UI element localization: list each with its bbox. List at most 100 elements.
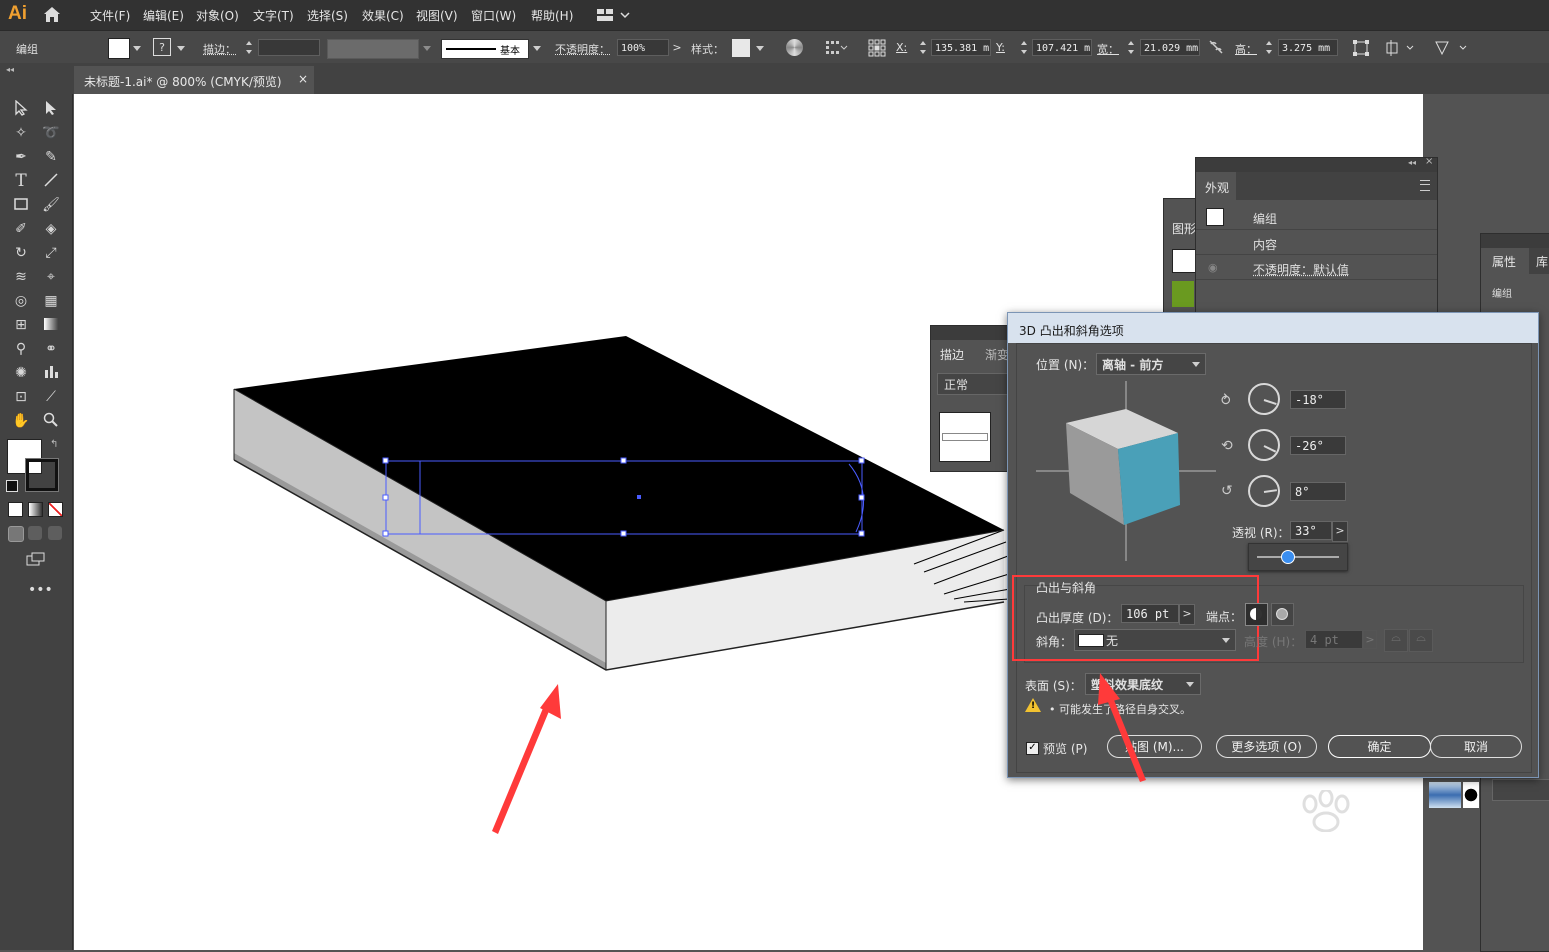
draw-inside-icon[interactable]: [48, 526, 62, 540]
artboard-tool-icon[interactable]: ⊡: [11, 388, 31, 406]
column-graph-tool-icon[interactable]: [41, 364, 61, 382]
menu-edit[interactable]: 编辑(E): [143, 7, 184, 24]
paintbrush-tool-icon[interactable]: 🖌: [41, 196, 61, 214]
menu-type[interactable]: 文字(T): [253, 7, 294, 24]
color-mode-icon[interactable]: [8, 502, 23, 517]
stroke-tab[interactable]: 描边: [940, 346, 964, 363]
depth-arrow-button[interactable]: >: [1179, 604, 1195, 625]
draw-behind-icon[interactable]: [28, 526, 42, 540]
menu-help[interactable]: 帮助(H): [531, 7, 573, 24]
x-stepper[interactable]: [920, 41, 927, 54]
swatch-blue-gradient[interactable]: [1429, 782, 1461, 808]
style-thumb-default[interactable]: [1172, 249, 1196, 273]
position-select[interactable]: 离轴 - 前方: [1096, 353, 1206, 375]
stroke-weight-stepper[interactable]: [246, 41, 253, 54]
home-icon[interactable]: [43, 6, 61, 23]
brush-dropdown-icon[interactable]: [533, 46, 541, 51]
warp-tool-icon[interactable]: ≋: [11, 268, 31, 286]
swatch-ink-splat[interactable]: [1463, 782, 1479, 808]
edit-toolbar-icon[interactable]: •••: [28, 582, 53, 598]
preview-checkbox[interactable]: ✓: [1026, 742, 1039, 755]
close-document-icon[interactable]: ×: [298, 72, 308, 86]
y-input[interactable]: 107.421 m: [1032, 39, 1092, 56]
selection-tool-icon[interactable]: [11, 99, 31, 118]
width-input[interactable]: 21.029 mm: [1140, 39, 1200, 56]
curvature-tool-icon[interactable]: ✎: [41, 148, 61, 166]
collapse-panel-icon[interactable]: ◂◂: [1408, 158, 1416, 167]
eraser-tool-icon[interactable]: ◈: [41, 220, 61, 238]
appearance-row-group[interactable]: 编组: [1196, 204, 1437, 230]
preview-label[interactable]: 预览 (P): [1043, 740, 1087, 757]
collapse-toolbar-icon[interactable]: ◂◂: [6, 65, 14, 74]
none-mode-icon[interactable]: [48, 502, 63, 517]
perspective-grid-tool-icon[interactable]: ▦: [41, 292, 61, 310]
panel-menu-icon[interactable]: [1420, 180, 1430, 191]
default-colors-icon[interactable]: [6, 480, 18, 492]
menu-view[interactable]: 视图(V): [416, 7, 458, 24]
stroke-dropdown-icon[interactable]: [177, 46, 185, 51]
stroke-label[interactable]: 描边：: [203, 41, 236, 57]
magic-wand-tool-icon[interactable]: ✧: [11, 124, 31, 142]
gradient-tool-icon[interactable]: [41, 316, 61, 334]
more-options-button[interactable]: 更多选项 (O): [1216, 735, 1317, 758]
style-dropdown-icon[interactable]: [756, 46, 764, 51]
visibility-eye-icon[interactable]: ◉: [1208, 261, 1218, 274]
perspective-slider-track[interactable]: [1257, 556, 1339, 558]
lasso-tool-icon[interactable]: ➰: [41, 124, 61, 142]
mesh-tool-icon[interactable]: ⊞: [11, 316, 31, 334]
isolate-icon[interactable]: [1385, 39, 1417, 57]
appearance-row-contents[interactable]: 内容: [1196, 230, 1437, 255]
height-stepper[interactable]: [1266, 41, 1273, 54]
pen-tool-icon[interactable]: ✒: [11, 148, 31, 166]
zoom-tool-icon[interactable]: [41, 412, 61, 430]
dialog-titlebar[interactable]: 3D 凸出和斜角选项: [1008, 313, 1538, 343]
recolor-artwork-icon[interactable]: [786, 39, 803, 56]
blend-tool-icon[interactable]: ⚭: [41, 340, 61, 358]
shaper-tool-icon[interactable]: ✐: [11, 220, 31, 238]
perspective-arrow-button[interactable]: >: [1332, 521, 1348, 542]
y-rotation-input[interactable]: -26°: [1290, 436, 1346, 455]
z-rotation-input[interactable]: 8°: [1290, 482, 1346, 501]
line-tool-icon[interactable]: [41, 172, 61, 190]
x-axis-dial[interactable]: [1248, 383, 1280, 415]
blend-mode-select[interactable]: 正常: [937, 373, 1013, 395]
perspective-slider-knob[interactable]: [1281, 550, 1296, 564]
height-input[interactable]: 3.275 mm: [1278, 39, 1338, 56]
appearance-row-opacity[interactable]: ◉ 不透明度：默认值: [1196, 255, 1437, 280]
gradient-mode-icon[interactable]: [28, 502, 43, 517]
opacity-input[interactable]: 100%: [617, 39, 669, 56]
perspective-input[interactable]: 33°: [1290, 521, 1332, 540]
stroke-color-swatch[interactable]: [25, 458, 59, 492]
rotation-cube-preview[interactable]: [1036, 381, 1216, 561]
symbol-sprayer-tool-icon[interactable]: ✺: [11, 364, 31, 382]
constrain-proportions-icon[interactable]: [1208, 40, 1224, 54]
menu-file[interactable]: 文件(F): [90, 7, 130, 24]
close-panel-icon[interactable]: ×: [1425, 156, 1433, 167]
menu-select[interactable]: 选择(S): [307, 7, 348, 24]
shape-builder-tool-icon[interactable]: ◎: [11, 292, 31, 310]
graphic-styles-tab[interactable]: 图形: [1172, 220, 1196, 237]
stroke-swatch[interactable]: ?: [153, 38, 171, 56]
cap-off-button[interactable]: [1271, 603, 1294, 626]
stroke-weight-input[interactable]: [258, 39, 320, 56]
brush-definition[interactable]: 基本: [441, 39, 529, 59]
x-rotation-input[interactable]: -18°: [1290, 390, 1346, 409]
draw-normal-icon[interactable]: [8, 526, 24, 542]
style-thumb-pattern[interactable]: [1172, 281, 1194, 307]
eyedropper-tool-icon[interactable]: ⚲: [11, 340, 31, 358]
transform-icon[interactable]: [1352, 39, 1370, 57]
fill-dropdown-icon[interactable]: [133, 46, 141, 51]
opacity-arrow-icon[interactable]: >: [670, 39, 684, 56]
libraries-tab[interactable]: 库: [1536, 253, 1548, 270]
style-swatch[interactable]: [732, 39, 750, 57]
appearance-tab[interactable]: 外观: [1205, 179, 1229, 196]
y-stepper[interactable]: [1021, 41, 1028, 54]
swap-fill-stroke-icon[interactable]: ↰: [50, 439, 58, 450]
depth-input[interactable]: 106 pt: [1121, 604, 1179, 623]
reference-point-icon[interactable]: [868, 39, 886, 57]
direct-selection-tool-icon[interactable]: [41, 100, 61, 118]
more-options-icon[interactable]: [1434, 39, 1470, 57]
width-stepper[interactable]: [1128, 41, 1135, 54]
hand-tool-icon[interactable]: ✋: [11, 412, 31, 430]
align-icon[interactable]: [826, 41, 848, 55]
